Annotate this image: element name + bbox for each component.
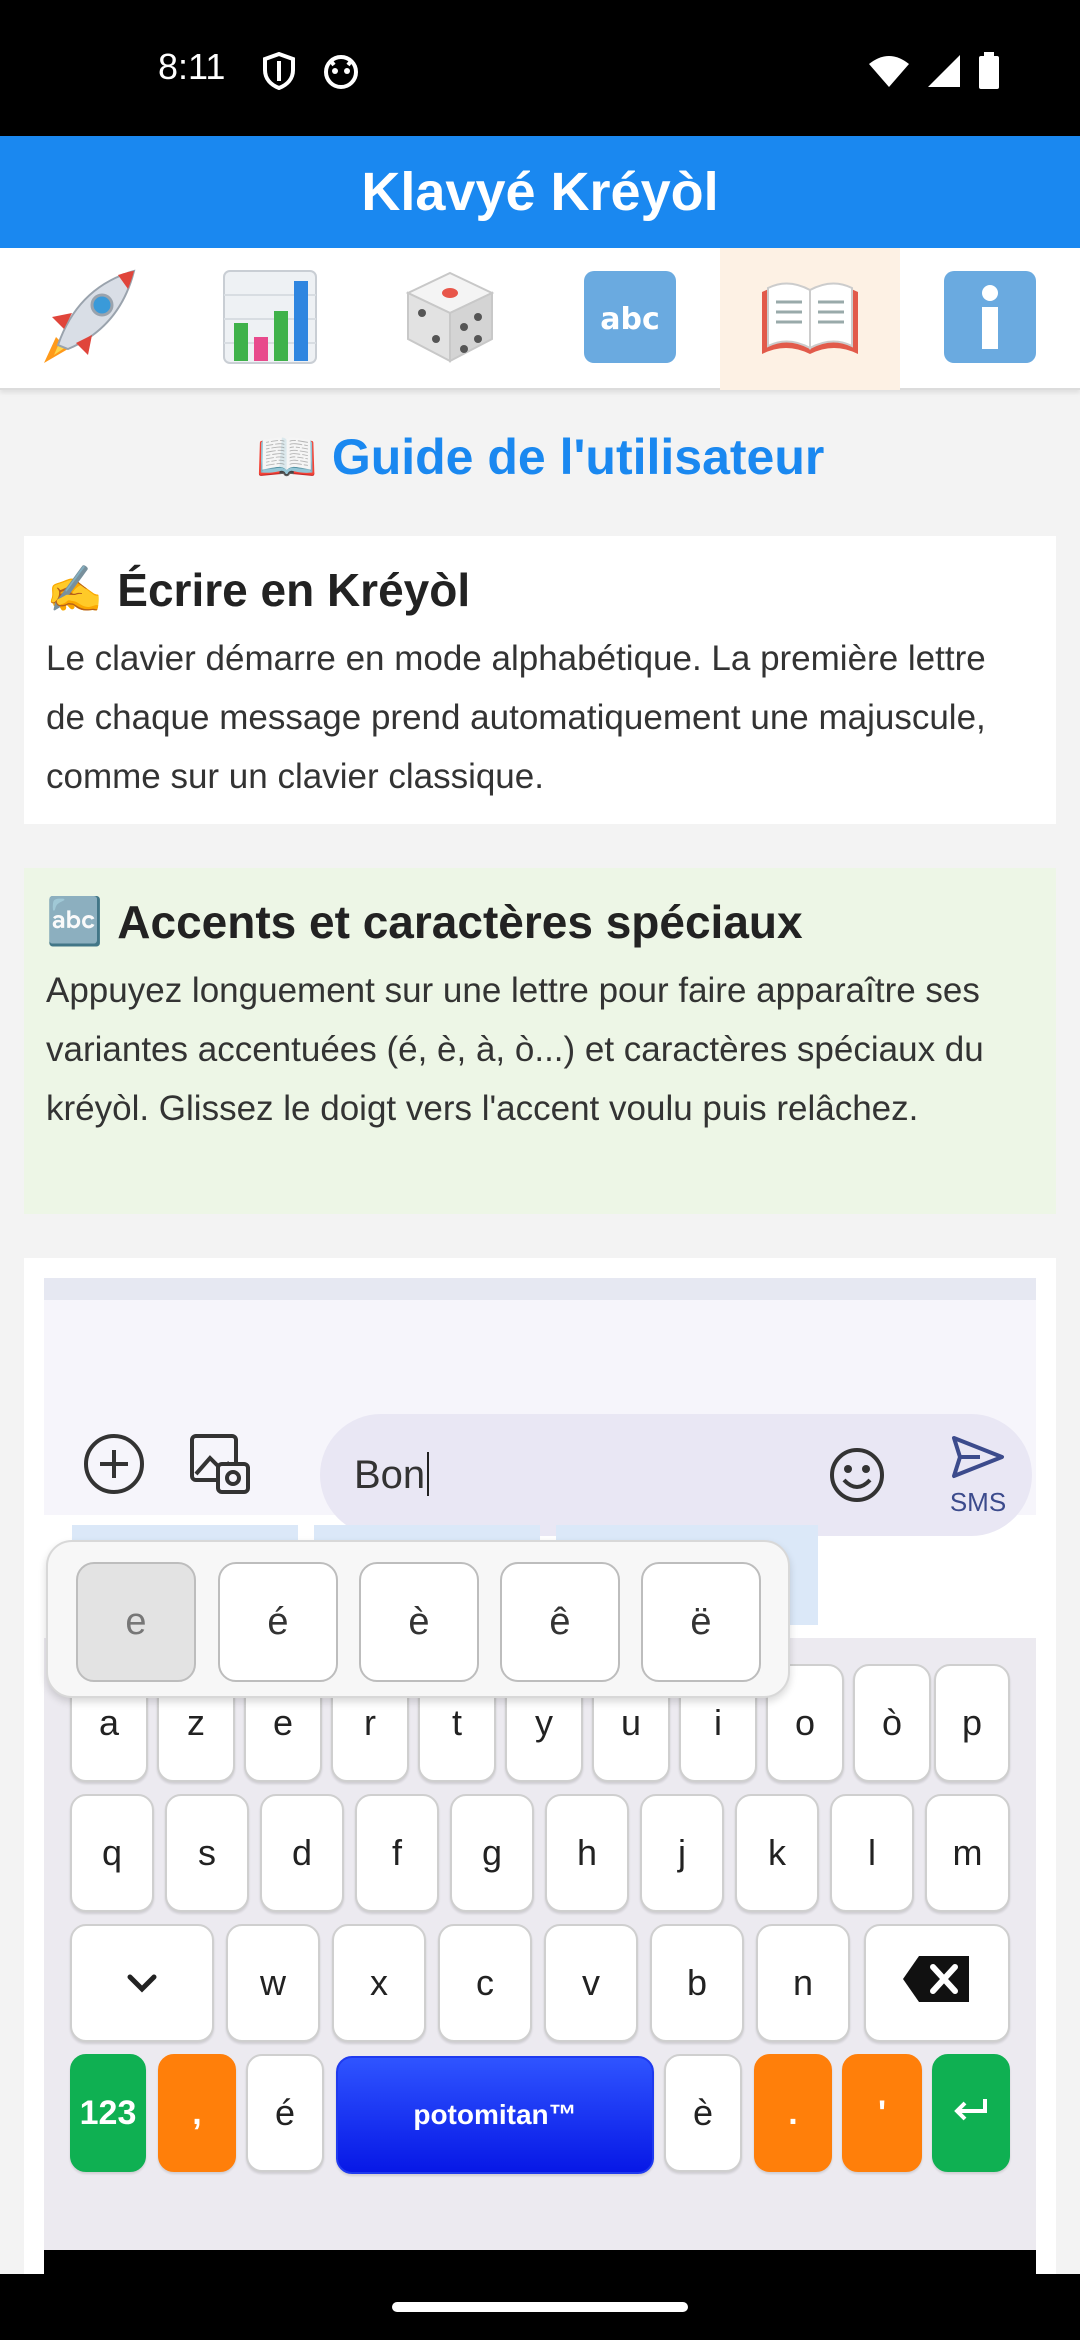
- space-key[interactable]: potomitan™: [336, 2056, 654, 2174]
- dice-icon: [400, 267, 500, 372]
- accent-option-e-acute[interactable]: é: [218, 1562, 338, 1682]
- tab-bar: abc: [0, 248, 1080, 390]
- app-bar: Klavyé Kréyòl: [0, 136, 1080, 248]
- send-icon: [950, 1434, 1006, 1485]
- rocket-icon: [38, 267, 142, 372]
- section-heading: 🔤 Accents et caractères spéciaux: [46, 894, 1034, 949]
- period-key[interactable]: .: [754, 2054, 832, 2172]
- key-h[interactable]: h: [545, 1794, 629, 1912]
- key-q[interactable]: q: [70, 1794, 154, 1912]
- section-body: Appuyez longuement sur une lettre pour f…: [46, 971, 984, 1128]
- section-title: Écrire en Kréyòl: [117, 563, 471, 616]
- gallery-icon[interactable]: [188, 1432, 252, 1496]
- key-g[interactable]: g: [450, 1794, 534, 1912]
- signal-icon: [926, 54, 962, 93]
- key-f[interactable]: f: [355, 1794, 439, 1912]
- shift-key[interactable]: [70, 1924, 214, 2042]
- tab-dice[interactable]: [360, 248, 540, 390]
- accent-popup: e é è ê ë: [46, 1540, 790, 1698]
- text-caret: [427, 1452, 430, 1496]
- send-label: SMS: [949, 1487, 1007, 1517]
- message-text: Bon: [354, 1452, 430, 1498]
- tab-stats[interactable]: [180, 248, 360, 390]
- key-m[interactable]: m: [925, 1794, 1010, 1912]
- key-e-grave[interactable]: è: [664, 2054, 742, 2172]
- abc-icon: abc: [580, 267, 680, 372]
- demo-divider: [44, 1278, 1036, 1300]
- key-k[interactable]: k: [735, 1794, 819, 1912]
- accent-option-e[interactable]: e: [76, 1562, 196, 1682]
- send-sms-button[interactable]: SMS: [938, 1434, 1018, 1518]
- apostrophe-key[interactable]: ': [842, 2054, 922, 2172]
- key-s[interactable]: s: [165, 1794, 249, 1912]
- status-bar: 8:11: [0, 0, 1080, 136]
- message-input[interactable]: Bon SMS: [320, 1414, 1032, 1536]
- bar-chart-icon: [220, 267, 320, 372]
- writing-hand-icon: ✍️: [46, 563, 104, 615]
- enter-key[interactable]: [932, 2054, 1010, 2172]
- tab-rocket[interactable]: [0, 248, 180, 390]
- abc-icon: 🔤: [46, 895, 104, 947]
- accent-option-e-grave[interactable]: è: [359, 1562, 479, 1682]
- battery-icon: [978, 52, 1000, 95]
- book-icon: 📖: [255, 429, 318, 485]
- key-l[interactable]: l: [830, 1794, 914, 1912]
- shield-icon: [262, 51, 296, 95]
- key-x[interactable]: x: [332, 1924, 426, 2042]
- key-n[interactable]: n: [756, 1924, 850, 2042]
- guide-title: 📖 Guide de l'utilisateur: [0, 428, 1080, 487]
- tab-guide[interactable]: [720, 248, 900, 390]
- navigation-bar: [0, 2274, 1080, 2340]
- accent-option-e-circumflex[interactable]: ê: [500, 1562, 620, 1682]
- add-circle-icon[interactable]: [82, 1432, 146, 1496]
- backspace-key[interactable]: [864, 1924, 1010, 2042]
- svg-text:abc: abc: [600, 302, 660, 337]
- numbers-key[interactable]: 123: [70, 2054, 146, 2172]
- tab-abc[interactable]: abc: [540, 248, 720, 390]
- accent-option-e-diaeresis[interactable]: ë: [641, 1562, 761, 1682]
- key-v[interactable]: v: [544, 1924, 638, 2042]
- guide-title-text: Guide de l'utilisateur: [331, 429, 825, 485]
- section-heading: ✍️ Écrire en Kréyòl: [46, 562, 1034, 617]
- section-body: Le clavier démarre en mode alphabétique.…: [46, 639, 986, 796]
- section-card-accents: 🔤 Accents et caractères spéciaux Appuyez…: [24, 868, 1056, 1214]
- home-gesture-handle[interactable]: [392, 2302, 688, 2312]
- backspace-icon: [901, 1954, 973, 2013]
- key-o-grave[interactable]: ò: [853, 1664, 931, 1782]
- key-c[interactable]: c: [438, 1924, 532, 2042]
- chevron-down-icon: [126, 1962, 158, 2004]
- key-b[interactable]: b: [650, 1924, 744, 2042]
- status-time: 8:11: [158, 46, 226, 87]
- enter-icon: [953, 2092, 989, 2134]
- open-book-icon: [758, 272, 862, 367]
- tab-info[interactable]: [900, 248, 1080, 390]
- wifi-icon: [868, 54, 910, 93]
- app-title: Klavyé Kréyòl: [361, 162, 719, 222]
- cat-face-icon: [322, 52, 360, 95]
- key-w[interactable]: w: [226, 1924, 320, 2042]
- key-j[interactable]: j: [640, 1794, 724, 1912]
- message-compose-bar: Bon SMS: [44, 1300, 1036, 1536]
- section-title: Accents et caractères spéciaux: [117, 895, 803, 948]
- section-card-writing: ✍️ Écrire en Kréyòl Le clavier démarre e…: [24, 536, 1056, 824]
- comma-key[interactable]: ,: [158, 2054, 236, 2172]
- emoji-icon[interactable]: [828, 1446, 886, 1504]
- key-e-acute[interactable]: é: [246, 2054, 324, 2172]
- key-d[interactable]: d: [260, 1794, 344, 1912]
- key-p[interactable]: p: [934, 1664, 1010, 1782]
- info-icon: [940, 267, 1040, 372]
